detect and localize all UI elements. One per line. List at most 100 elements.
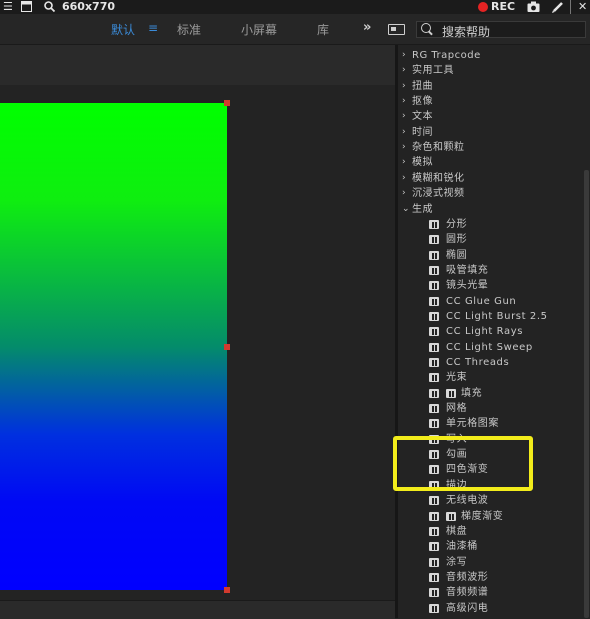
composition-viewer[interactable] xyxy=(0,89,395,618)
layer-handle-middle-right[interactable] xyxy=(224,344,230,350)
effect-item[interactable]: 填充 xyxy=(398,386,584,401)
effect-category-label: 模糊和锐化 xyxy=(412,172,465,184)
effect-icon xyxy=(429,235,439,245)
effect-item-label: 光束 xyxy=(446,372,468,384)
effect-item-label: CC Threads xyxy=(446,357,510,368)
record-icon[interactable] xyxy=(478,2,488,12)
effect-item[interactable]: 音频波形 xyxy=(398,570,584,585)
chevron-right-icon[interactable]: › xyxy=(402,186,410,201)
effect-item-label: 音频波形 xyxy=(446,571,489,583)
effects-scrollbar[interactable] xyxy=(584,170,589,618)
effect-item[interactable]: 网格 xyxy=(398,401,584,416)
workspace-menu-icon[interactable]: ≡ xyxy=(148,21,158,35)
effect-category[interactable]: ⌄ 生成 xyxy=(398,202,584,217)
effect-item-label: 吸管填充 xyxy=(446,264,489,276)
effect-icon xyxy=(429,557,439,567)
effect-item-label: 单元格图案 xyxy=(446,418,499,430)
chevron-right-icon[interactable]: › xyxy=(402,155,410,170)
effect-category[interactable]: › 时间 xyxy=(398,125,584,140)
effect-item[interactable]: 高级闪电 xyxy=(398,601,584,616)
effect-category-label: 沉浸式视频 xyxy=(412,188,465,200)
record-label[interactable]: REC xyxy=(491,0,515,14)
layer-handle-top-right[interactable] xyxy=(224,100,230,106)
effect-category[interactable]: › 实用工具 xyxy=(398,63,584,78)
workspace-toolbar: 默认 ≡ 标准 小屏幕 库 » 搜索帮助 xyxy=(0,14,590,45)
effect-item[interactable]: 吸管填充 xyxy=(398,263,584,278)
workspace-default[interactable]: 默认 xyxy=(111,21,135,38)
close-icon[interactable]: ✕ xyxy=(578,0,587,14)
pen-icon[interactable] xyxy=(552,0,564,14)
effect-category[interactable]: › RG Trapcode xyxy=(398,48,584,63)
chevron-right-icon[interactable]: › xyxy=(402,94,410,109)
chevron-down-icon[interactable]: ⌄ xyxy=(402,202,410,217)
window-size-readout: 660x770 xyxy=(62,0,116,13)
effect-category[interactable]: › 模拟 xyxy=(398,155,584,170)
effect-item[interactable]: 油漆桶 xyxy=(398,539,584,554)
effect-item[interactable]: 光束 xyxy=(398,370,584,385)
effect-category[interactable]: › 模糊和锐化 xyxy=(398,171,584,186)
effect-item[interactable]: CC Glue Gun xyxy=(398,294,584,309)
effect-category[interactable]: › 杂色和颗粒 xyxy=(398,140,584,155)
keyboard-shortcut-icon[interactable] xyxy=(388,24,405,35)
effect-icon xyxy=(429,311,439,321)
effect-item[interactable]: 圆形 xyxy=(398,232,584,247)
chevron-right-icon[interactable]: › xyxy=(402,109,410,124)
workspace-library[interactable]: 库 xyxy=(317,21,329,38)
chevron-right-icon[interactable]: › xyxy=(402,63,410,78)
chevron-right-icon[interactable]: › xyxy=(402,125,410,140)
effect-item-label: 高级闪电 xyxy=(446,602,489,614)
effect-item[interactable]: 单元格图案 xyxy=(398,416,584,431)
chevron-right-icon[interactable]: › xyxy=(402,171,410,186)
four-color-gradient-layer[interactable] xyxy=(0,103,227,590)
chevron-right-icon[interactable]: › xyxy=(402,48,410,63)
effect-icon xyxy=(429,358,439,367)
effect-item[interactable]: 梯度渐变 xyxy=(398,509,584,524)
window-icon[interactable] xyxy=(21,0,32,14)
effect-icon xyxy=(429,572,439,582)
workspace-small-screen[interactable]: 小屏幕 xyxy=(241,21,277,38)
effect-icon xyxy=(429,511,439,521)
effect-item-label: 填充 xyxy=(461,387,483,399)
effect-icon xyxy=(429,327,439,337)
effect-category[interactable]: › 沉浸式视频 xyxy=(398,186,584,201)
effect-item[interactable]: 涂写 xyxy=(398,555,584,570)
effect-icon xyxy=(429,603,439,613)
effect-item[interactable]: CC Light Sweep xyxy=(398,340,584,355)
effect-icon xyxy=(429,342,439,352)
effect-item-label: 分形 xyxy=(446,218,468,230)
effect-icon xyxy=(429,542,439,552)
effect-item[interactable]: CC Light Rays xyxy=(398,324,584,339)
chevron-right-icon[interactable]: › xyxy=(402,140,410,155)
effect-item[interactable]: 无线电波 xyxy=(398,493,584,508)
effect-item-label: 镜头光晕 xyxy=(446,280,489,292)
more-workspaces-icon[interactable]: » xyxy=(363,20,371,35)
effect-item[interactable]: CC Threads xyxy=(398,355,584,370)
effect-item[interactable]: 分形 xyxy=(398,217,584,232)
chevron-right-icon[interactable]: › xyxy=(402,79,410,94)
effect-category[interactable]: › 扭曲 xyxy=(398,79,584,94)
effect-icon xyxy=(429,388,439,398)
effect-item-label: 音频频谱 xyxy=(446,587,489,599)
effect-category[interactable]: › 文本 xyxy=(398,109,584,124)
camera-icon[interactable] xyxy=(527,0,540,14)
toolbar-separator xyxy=(570,0,571,14)
effect-item[interactable]: CC Light Burst 2.5 xyxy=(398,309,584,324)
effect-item[interactable]: 椭圆 xyxy=(398,248,584,263)
layer-handle-bottom-right[interactable] xyxy=(224,587,230,593)
workspace-standard[interactable]: 标准 xyxy=(177,21,201,38)
help-search-field[interactable]: 搜索帮助 xyxy=(416,21,586,39)
search-icon[interactable] xyxy=(44,0,56,14)
effect-item-label: 网格 xyxy=(446,403,468,415)
effect-category[interactable]: › 抠像 xyxy=(398,94,584,109)
effect-icon xyxy=(429,219,439,229)
hamburger-icon[interactable]: ☰ xyxy=(3,0,13,14)
composition-panel-header xyxy=(0,45,395,85)
effect-item-label: 无线电波 xyxy=(446,495,489,507)
effect-item[interactable]: 音频频谱 xyxy=(398,585,584,600)
effect-item-label: 棋盘 xyxy=(446,525,468,537)
effect-icon xyxy=(446,511,456,521)
effect-item[interactable]: 棋盘 xyxy=(398,524,584,539)
recording-toolbar: ☰ 660x770 REC ✕ xyxy=(0,0,590,14)
effect-category-label: 杂色和颗粒 xyxy=(412,142,465,154)
effect-item[interactable]: 镜头光晕 xyxy=(398,278,584,293)
